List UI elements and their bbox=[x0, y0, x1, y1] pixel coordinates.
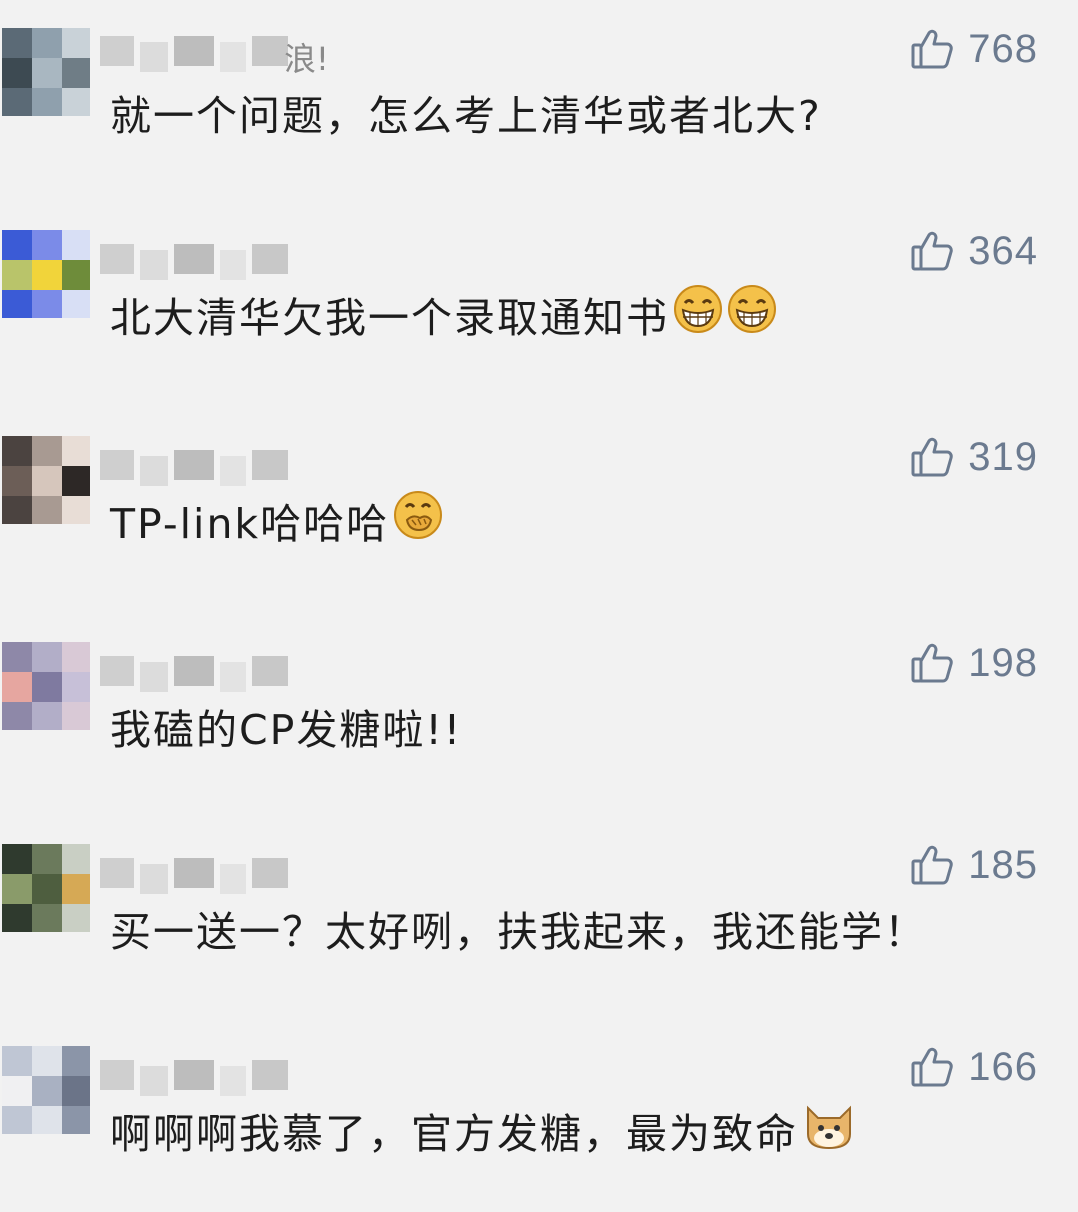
comment-body: 买一送一？太好咧，扶我起来，我还能学！ bbox=[110, 908, 927, 956]
comment-item: 364 北大清华欠我一个录取通知书 bbox=[0, 222, 1078, 422]
like-button[interactable]: 364 bbox=[910, 226, 1038, 276]
comment-text: 就一个问题，怎么考上清华或者北大? bbox=[110, 82, 1010, 142]
comment-body: 我磕的CP发糖啦!! bbox=[110, 706, 463, 754]
like-button[interactable]: 768 bbox=[910, 24, 1038, 74]
like-button[interactable]: 319 bbox=[910, 432, 1038, 482]
thumbs-up-icon bbox=[910, 27, 954, 71]
comment-body: TP-link哈哈哈 bbox=[110, 500, 390, 548]
comment-body: 就一个问题，怎么考上清华或者北大? bbox=[110, 92, 822, 140]
face-with-hand-over-mouth-icon bbox=[393, 490, 443, 550]
like-count: 319 bbox=[968, 434, 1038, 479]
grinning-face-icon bbox=[727, 284, 777, 344]
nickname-blurred[interactable] bbox=[100, 1058, 420, 1102]
like-count: 768 bbox=[968, 26, 1038, 71]
comment-item: 166 啊啊啊我慕了，官方发糖，最为致命 bbox=[0, 1038, 1078, 1212]
like-button[interactable]: 185 bbox=[910, 840, 1038, 890]
comment-item: 198 我磕的CP发糖啦!! bbox=[0, 634, 1078, 834]
avatar[interactable] bbox=[2, 1046, 90, 1134]
comment-body: 啊啊啊我慕了，官方发糖，最为致命 bbox=[110, 1110, 798, 1158]
nickname-blurred[interactable]: 浪! bbox=[100, 34, 420, 78]
avatar[interactable] bbox=[2, 844, 90, 932]
nickname-text: 浪! bbox=[284, 40, 329, 78]
avatar[interactable] bbox=[2, 230, 90, 318]
thumbs-up-icon bbox=[910, 1045, 954, 1089]
comment-body: 北大清华欠我一个录取通知书 bbox=[110, 294, 669, 342]
comment-item: 浪! 768 就一个问题，怎么考上清华或者北大? bbox=[0, 20, 1078, 220]
thumbs-up-icon bbox=[910, 843, 954, 887]
nickname-blurred[interactable] bbox=[100, 856, 420, 900]
nickname-blurred[interactable] bbox=[100, 448, 420, 492]
thumbs-up-icon bbox=[910, 641, 954, 685]
comment-list: 浪! 768 就一个问题，怎么考上清华或者北大? 364 北大清华欠我一个录取通知书 31… bbox=[0, 0, 1078, 1212]
like-count: 364 bbox=[968, 228, 1038, 273]
like-count: 198 bbox=[968, 640, 1038, 685]
nickname-blurred[interactable] bbox=[100, 654, 420, 698]
like-count: 166 bbox=[968, 1044, 1038, 1089]
thumbs-up-icon bbox=[910, 229, 954, 273]
comment-text: 我磕的CP发糖啦!! bbox=[110, 696, 1010, 756]
avatar[interactable] bbox=[2, 642, 90, 730]
grinning-face-icon bbox=[673, 284, 723, 344]
comment-text: 北大清华欠我一个录取通知书 bbox=[110, 284, 1010, 344]
comment-text: TP-link哈哈哈 bbox=[110, 490, 1010, 550]
comment-item: 185 买一送一？太好咧，扶我起来，我还能学！ bbox=[0, 836, 1078, 1036]
comment-item: 319 TP-link哈哈哈 bbox=[0, 428, 1078, 628]
doge-icon bbox=[802, 1098, 856, 1162]
nickname-blurred[interactable] bbox=[100, 242, 420, 286]
comment-text: 买一送一？太好咧，扶我起来，我还能学！ bbox=[110, 898, 1010, 958]
comment-text: 啊啊啊我慕了，官方发糖，最为致命 bbox=[110, 1100, 1010, 1160]
avatar[interactable] bbox=[2, 436, 90, 524]
avatar[interactable] bbox=[2, 28, 90, 116]
like-count: 185 bbox=[968, 842, 1038, 887]
like-button[interactable]: 198 bbox=[910, 638, 1038, 688]
thumbs-up-icon bbox=[910, 435, 954, 479]
like-button[interactable]: 166 bbox=[910, 1042, 1038, 1092]
